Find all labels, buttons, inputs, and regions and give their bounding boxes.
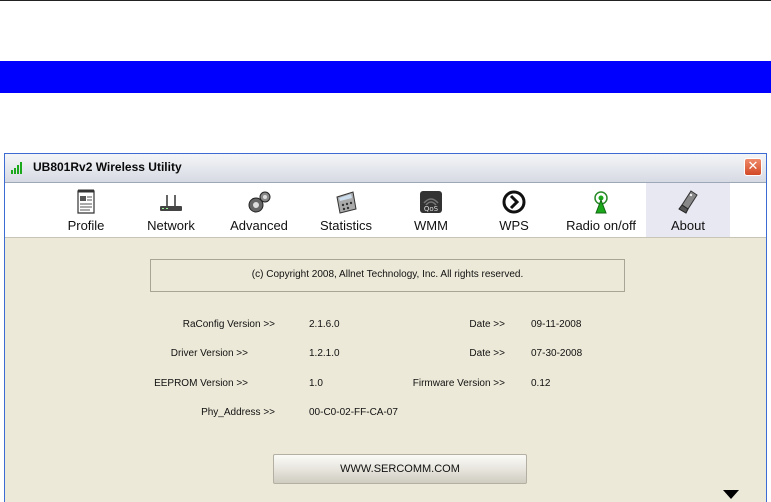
usb-stick-icon [678, 190, 698, 214]
driver-date-label: Date >> [469, 348, 505, 359]
close-button[interactable]: ✕ [744, 158, 762, 176]
tab-wps[interactable]: WPS [484, 183, 544, 237]
gears-icon [248, 191, 271, 213]
signal-strength-icon [11, 162, 25, 174]
eeprom-version-label: EEPROM Version >> [154, 378, 248, 389]
profile-icon [77, 189, 95, 214]
utility-window: UB801Rv2 Wireless Utility ✕ Profile Netw… [4, 153, 767, 502]
wps-icon [502, 190, 526, 214]
driver-date-value: 07-30-2008 [531, 348, 583, 359]
raconfig-date-value: 09-11-2008 [531, 319, 582, 330]
tab-label: WPS [499, 218, 529, 233]
window-title: UB801Rv2 Wireless Utility [33, 160, 182, 174]
tab-label: Advanced [230, 218, 288, 233]
tab-network[interactable]: Network [139, 183, 203, 237]
firmware-version-value: 0.12 [531, 378, 551, 389]
firmware-version-label: Firmware Version >> [412, 378, 505, 389]
antenna-icon [594, 191, 608, 214]
tab-label: Radio on/off [566, 218, 636, 233]
tab-statistics[interactable]: Statistics [310, 183, 382, 237]
qos-icon: QoS [420, 191, 442, 213]
blue-header-band [0, 61, 771, 93]
raconfig-version-value: 2.1.6.0 [309, 319, 340, 330]
top-rule [0, 0, 771, 1]
tab-label: Statistics [319, 218, 372, 233]
copyright-notice: (c) Copyright 2008, Allnet Technology, I… [150, 259, 625, 292]
tab-label: Profile [67, 218, 105, 233]
router-icon [160, 195, 182, 211]
driver-version-value: 1.2.1.0 [309, 348, 340, 359]
website-button[interactable]: WWW.SERCOMM.COM [273, 454, 527, 484]
tab-label: Network [147, 218, 195, 233]
tab-about[interactable]: About [646, 183, 730, 237]
svg-text:QoS: QoS [424, 205, 439, 213]
title-bar[interactable]: UB801Rv2 Wireless Utility ✕ [5, 154, 766, 183]
phy-address-label: Phy_Address >> [201, 407, 275, 418]
phy-address-value: 00-C0-02-FF-CA-07 [309, 407, 398, 418]
raconfig-date-label: Date >> [469, 319, 505, 330]
tab-advanced[interactable]: Advanced [224, 183, 294, 237]
scroll-down-arrow-icon[interactable] [723, 490, 739, 500]
raconfig-version-label: RaConfig Version >> [182, 319, 275, 330]
calculator-icon [336, 191, 357, 214]
toolbar: Profile Network Advanced Statistics QoS … [5, 183, 766, 238]
tab-wmm[interactable]: QoS WMM [401, 183, 461, 237]
tab-label: About [671, 218, 705, 233]
tab-profile[interactable]: Profile [55, 183, 117, 237]
eeprom-version-value: 1.0 [309, 378, 323, 389]
driver-version-label: Driver Version >> [170, 348, 248, 359]
tab-radio-on-off[interactable]: Radio on/off [558, 183, 644, 237]
tab-label: WMM [414, 218, 448, 233]
